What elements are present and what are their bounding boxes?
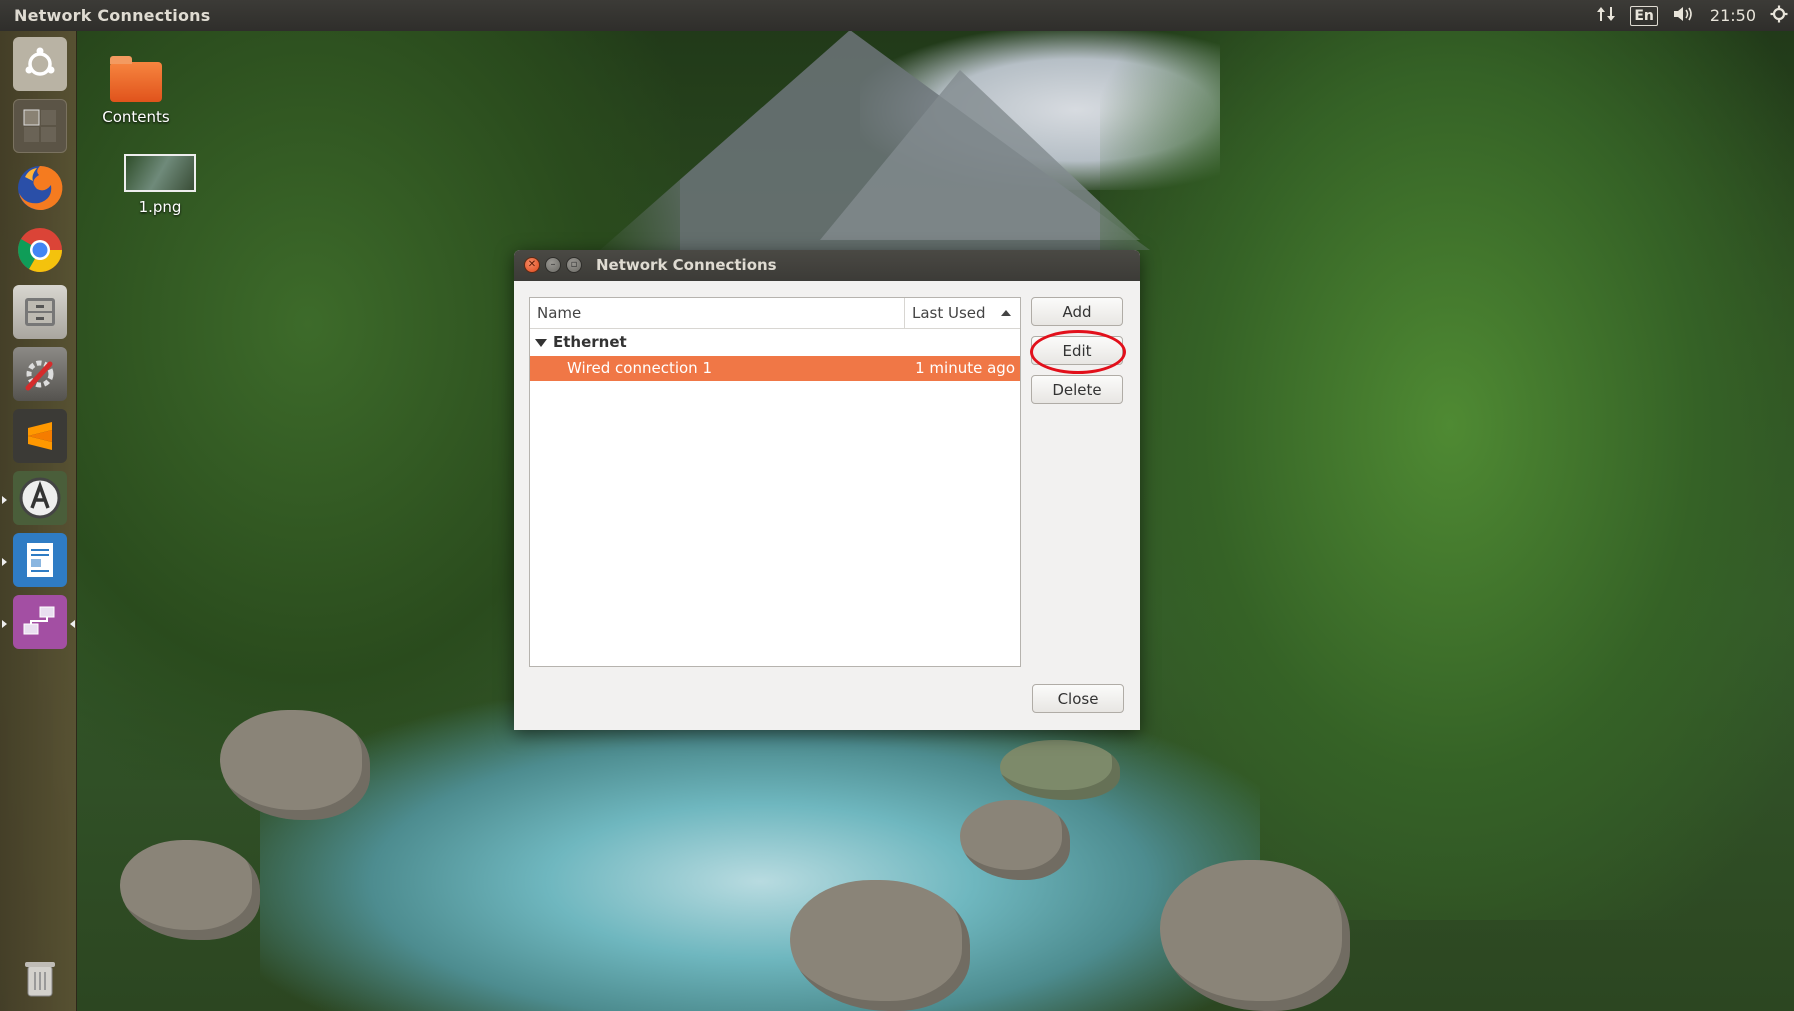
wallpaper-river (260, 700, 1260, 1011)
group-row-ethernet[interactable]: Ethernet (530, 329, 1020, 356)
desktop-icon-image[interactable]: 1.png (120, 154, 200, 216)
image-thumbnail-icon (124, 154, 196, 192)
search-dash-button[interactable] (13, 37, 67, 91)
delete-button[interactable]: Delete (1031, 375, 1123, 404)
workspace-icon (23, 109, 56, 142)
active-app-title: Network Connections (14, 6, 211, 25)
gear-icon[interactable] (1770, 5, 1788, 27)
connection-last-used: 1 minute ago (915, 359, 1015, 377)
network-icon (23, 606, 55, 635)
connection-name: Wired connection 1 (567, 359, 712, 377)
dialog-title: Network Connections (596, 256, 777, 274)
wallpaper-mountain-peak (820, 70, 1140, 240)
sublime-icon (28, 422, 52, 450)
software-updater-button[interactable] (13, 471, 67, 525)
column-header-last-used-label: Last Used (912, 304, 986, 322)
edit-button[interactable]: Edit (1031, 336, 1123, 365)
launcher (0, 31, 77, 1011)
column-header-name[interactable]: Name (530, 298, 905, 328)
speaker-icon[interactable] (1672, 5, 1696, 27)
system-settings-button[interactable] (13, 347, 67, 401)
expander-down-icon[interactable] (535, 338, 547, 347)
wallpaper-rock (220, 710, 370, 820)
sort-ascending-icon (1001, 310, 1011, 316)
connections-list[interactable]: Name Last Used Ethernet Wired connection… (529, 297, 1021, 667)
firefox-button[interactable] (13, 161, 67, 215)
add-button[interactable]: Add (1031, 297, 1123, 326)
firefox-icon (18, 165, 63, 210)
column-header-last-used[interactable]: Last Used (905, 298, 1020, 328)
trash-button[interactable] (13, 951, 67, 1005)
close-button[interactable]: Close (1032, 684, 1124, 713)
document-icon (27, 543, 53, 577)
top-panel: Network Connections En 21:50 (0, 0, 1794, 31)
clock[interactable]: 21:50 (1710, 6, 1756, 25)
group-label: Ethernet (553, 333, 627, 351)
dialog-titlebar[interactable]: ✕ – ▫ Network Connections (514, 250, 1140, 281)
folder-icon (110, 56, 162, 102)
keyboard-layout-indicator[interactable]: En (1630, 5, 1658, 26)
launcher-focused-indicator (70, 620, 75, 628)
network-up-down-icon[interactable] (1596, 5, 1616, 27)
close-icon[interactable]: ✕ (524, 257, 540, 273)
workspace-switcher-button[interactable] (13, 99, 67, 153)
file-cabinet-icon (25, 298, 55, 326)
desktop-icon-label: Contents (102, 108, 170, 126)
wallpaper-rock (120, 840, 260, 940)
launcher-running-indicator (2, 496, 7, 504)
desktop-icon-label: 1.png (138, 198, 182, 216)
maximize-icon[interactable]: ▫ (566, 257, 582, 273)
minimize-icon[interactable]: – (545, 257, 561, 273)
indicator-area: En 21:50 (1596, 0, 1794, 31)
trash-icon (25, 962, 55, 997)
network-connections-dialog: ✕ – ▫ Network Connections Name Last Used… (514, 250, 1140, 730)
launcher-running-indicator (2, 558, 7, 566)
sublime-text-button[interactable] (13, 409, 67, 463)
ubuntu-logo-icon (25, 47, 55, 76)
files-button[interactable] (13, 285, 67, 339)
chrome-icon (18, 228, 62, 272)
libreoffice-writer-button[interactable] (13, 533, 67, 587)
wrench-icon (25, 360, 54, 391)
network-connections-button[interactable] (13, 595, 67, 649)
list-header: Name Last Used (530, 298, 1020, 329)
chrome-button[interactable] (13, 223, 67, 277)
desktop-icon-contents[interactable]: Contents (96, 56, 176, 126)
connection-row-wired-connection-1[interactable]: Wired connection 1 1 minute ago (530, 356, 1020, 381)
launcher-running-indicator (2, 620, 7, 628)
updater-icon (19, 477, 61, 519)
